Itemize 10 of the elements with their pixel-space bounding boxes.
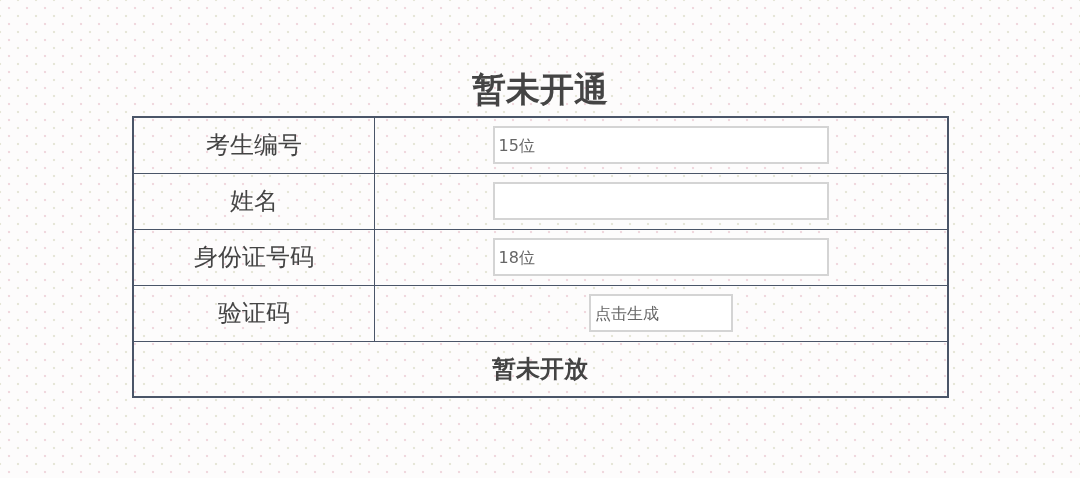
field-label: 身份证号码	[193, 243, 314, 271]
page-title: 暂未开通	[471, 68, 609, 111]
field-label: 验证码	[217, 299, 290, 327]
field-label: 考生编号	[205, 131, 302, 160]
input-field[interactable]	[492, 182, 829, 220]
field-label: 姓名	[229, 187, 278, 215]
input-field[interactable]: 点击生成	[588, 294, 733, 332]
input-field[interactable]: 18位	[492, 238, 829, 276]
status-text: 暂未开放	[492, 354, 588, 383]
input-field[interactable]: 15位	[492, 126, 829, 165]
